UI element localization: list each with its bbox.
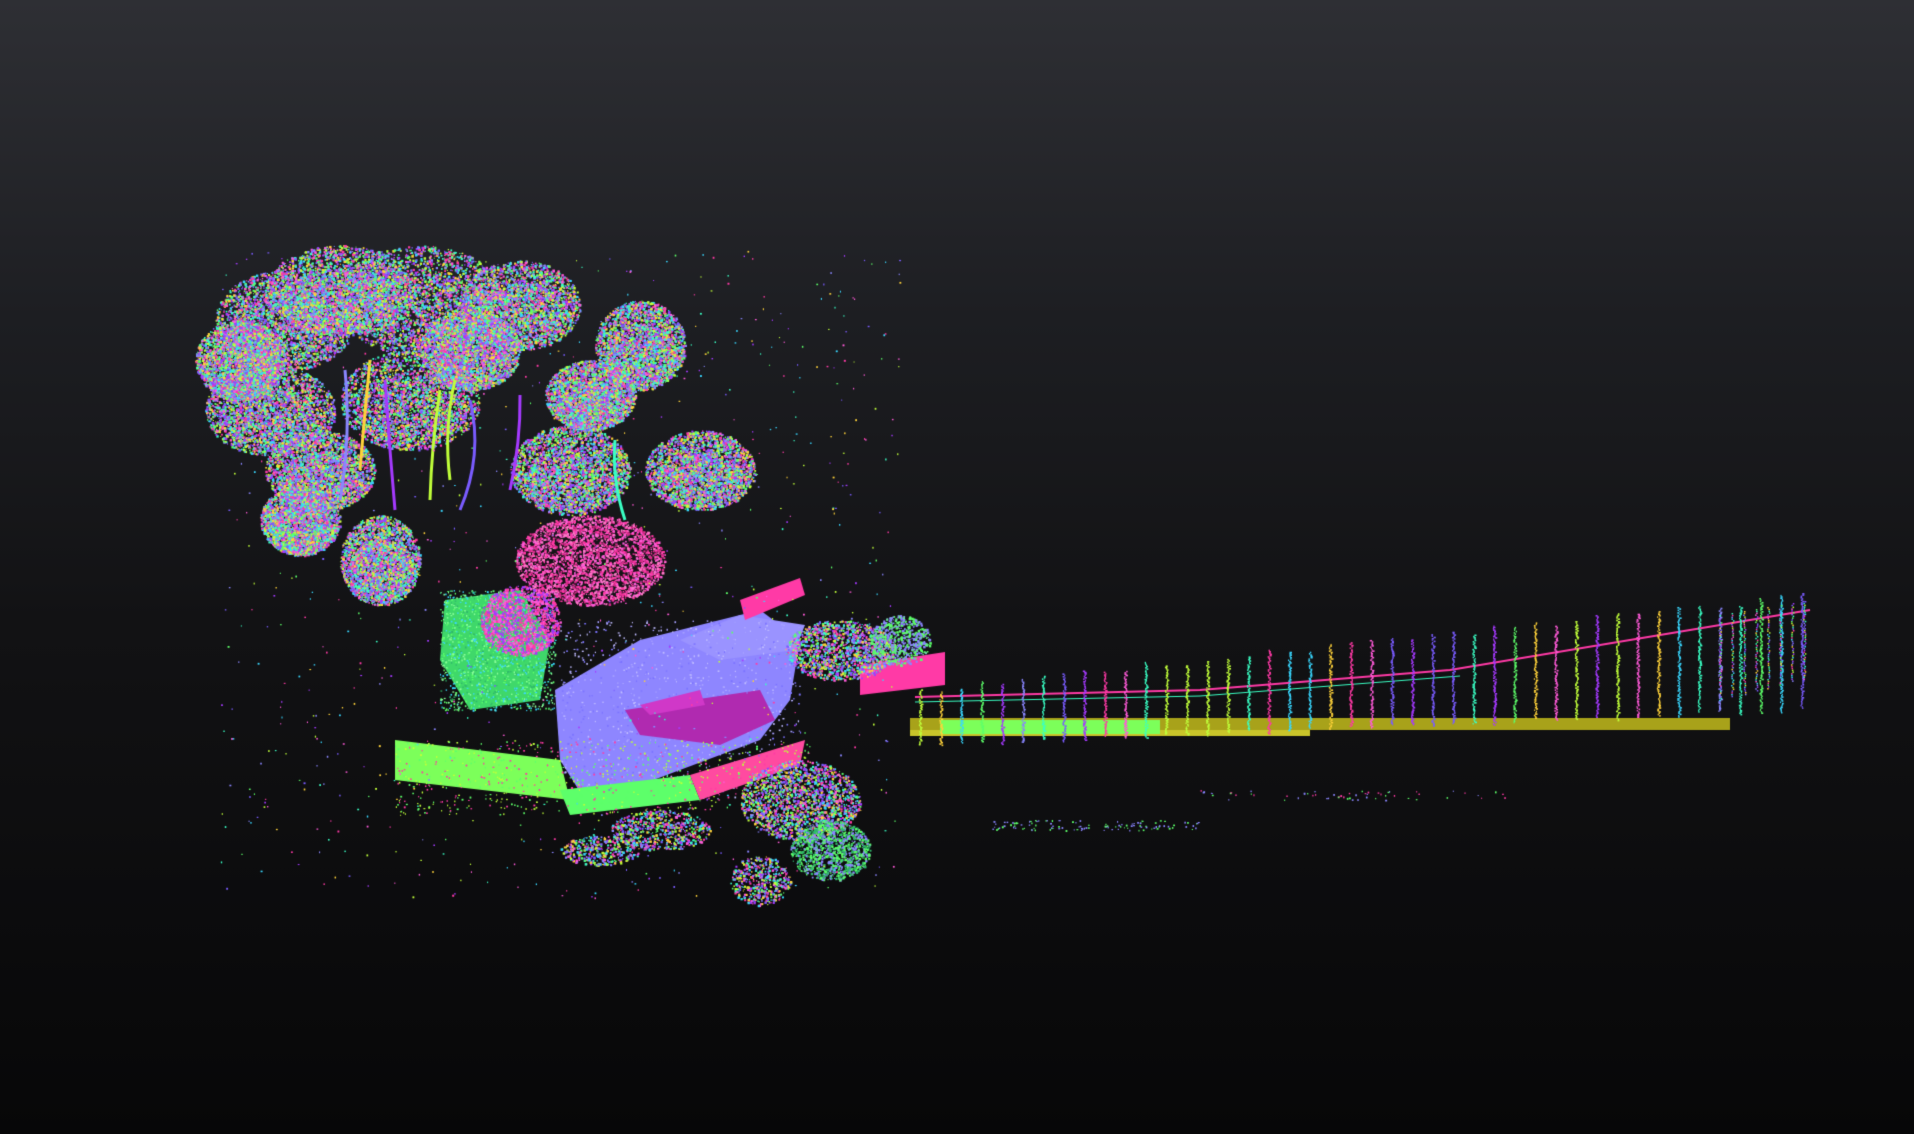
point-cloud-viewport[interactable] [0,0,1914,1134]
point-cloud-render[interactable] [0,0,1914,1134]
